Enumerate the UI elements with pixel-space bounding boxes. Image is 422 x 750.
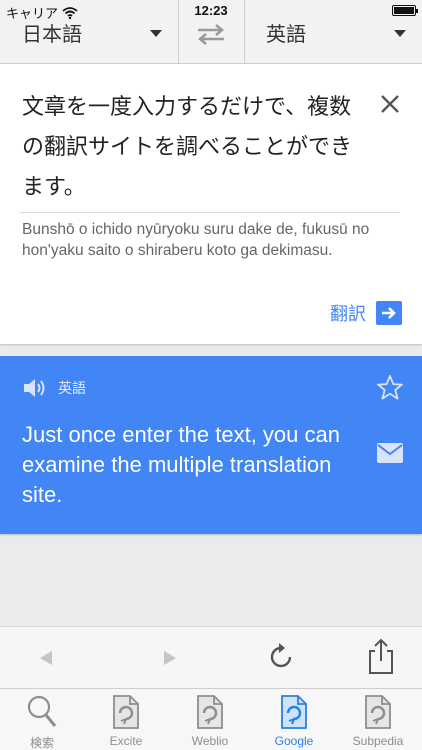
tab-excite[interactable]: Excite <box>84 689 168 750</box>
close-icon[interactable] <box>374 88 406 120</box>
translation-result: Just once enter the text, you can examin… <box>22 422 340 507</box>
arrow-right-icon <box>376 301 402 325</box>
romanization-text: Bunshō o ichido nyūryoku suru dake de, f… <box>22 221 370 259</box>
translate-label: 翻訳 <box>330 304 366 325</box>
share-icon[interactable] <box>366 637 396 675</box>
battery-icon <box>392 5 418 16</box>
tab-search[interactable]: 検索 <box>0 689 84 750</box>
document-icon <box>113 695 139 729</box>
divider <box>20 212 400 213</box>
chevron-down-icon[interactable] <box>394 30 406 37</box>
document-icon <box>281 695 307 729</box>
document-icon <box>197 695 223 729</box>
browser-toolbar <box>0 626 422 688</box>
status-time: 12:23 <box>194 3 228 18</box>
tab-label: Google <box>274 734 314 748</box>
tab-label: 検索 <box>29 736 54 750</box>
mail-icon[interactable] <box>376 442 404 464</box>
tab-weblio[interactable]: Weblio <box>168 689 252 750</box>
source-text-input[interactable]: 文章を一度入力するだけで、複数の翻訳サイトを調べることができます。 <box>22 88 352 208</box>
swap-languages-icon[interactable] <box>190 22 232 46</box>
result-language-label: 英語 <box>58 381 86 397</box>
target-language-selector[interactable]: 英語 <box>266 18 306 47</box>
back-icon[interactable] <box>40 651 52 665</box>
target-language-label: 英語 <box>266 22 306 46</box>
star-icon[interactable] <box>376 374 404 402</box>
source-language-selector[interactable]: 日本語 <box>22 18 82 47</box>
tab-bar: 検索 Excite Weblio Google Subpedia <box>0 688 422 750</box>
result-card: 英語 Just once enter the text, you can exa… <box>0 356 422 534</box>
speaker-icon[interactable] <box>22 376 48 400</box>
source-language-label: 日本語 <box>22 22 82 46</box>
tab-label: Excite <box>109 734 143 748</box>
input-card: 文章を一度入力するだけで、複数の翻訳サイトを調べることができます。 Bunshō… <box>0 64 422 344</box>
search-icon <box>27 695 57 727</box>
forward-icon[interactable] <box>164 651 176 665</box>
tab-google[interactable]: Google <box>252 689 336 750</box>
tab-label: Weblio <box>191 734 229 748</box>
document-icon <box>365 695 391 729</box>
chevron-down-icon[interactable] <box>150 30 162 37</box>
translate-button[interactable]: 翻訳 <box>330 300 402 326</box>
reload-icon[interactable] <box>266 642 296 672</box>
status-bar: キャリア 12:23 <box>0 0 422 21</box>
tab-label: Subpedia <box>352 734 404 748</box>
tab-subpedia[interactable]: Subpedia <box>336 689 420 750</box>
